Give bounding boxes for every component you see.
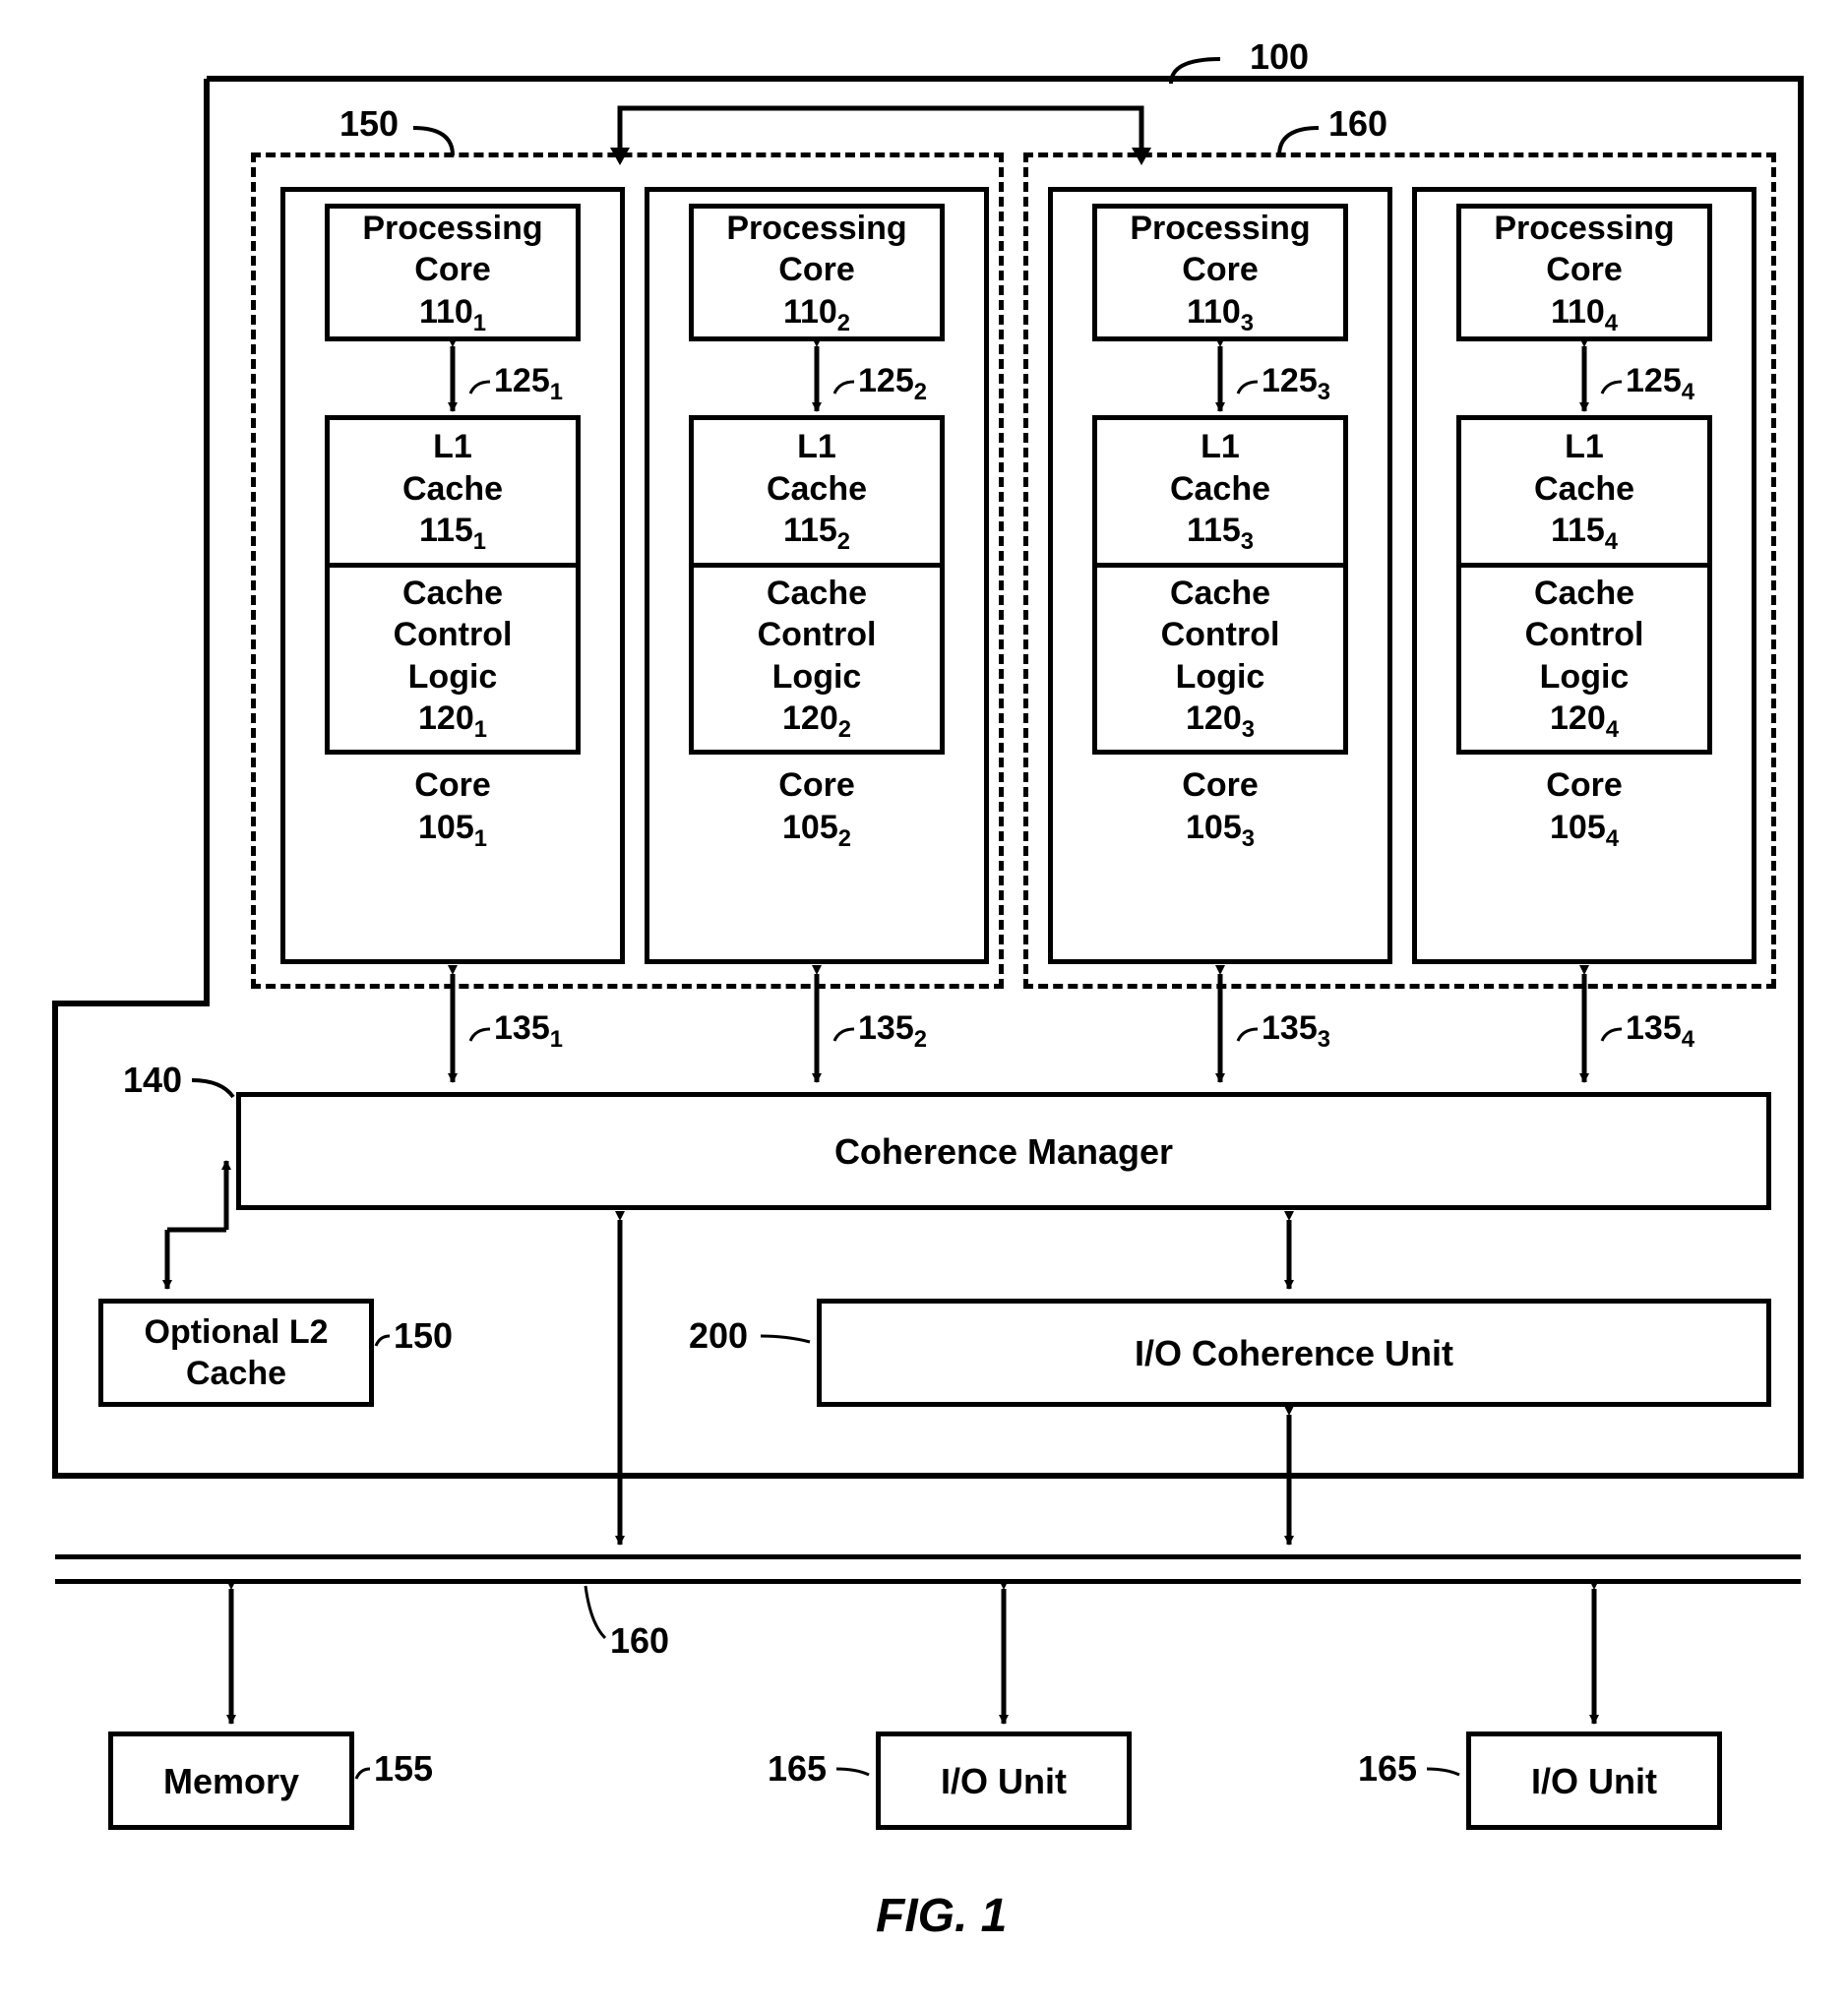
l1-1-t2: Cache <box>402 468 503 511</box>
l1-3: L1 Cache 1153 <box>1092 415 1348 563</box>
ccl-3: Cache Control Logic 1203 <box>1092 563 1348 755</box>
core-outer-3: Processing Core 1103 L1 Cache 1153 Cache… <box>1048 187 1392 964</box>
l1-1-num: 1151 <box>419 510 486 557</box>
core-outer-1: Processing Core 1101 L1 Cache 1151 Cache… <box>280 187 625 964</box>
ccl-1-num: 1201 <box>418 698 487 745</box>
ref-135-4: 1354 <box>1626 1011 1694 1052</box>
ccl-1-t2: Control <box>394 614 513 656</box>
ccl-1-t1: Cache <box>402 573 503 615</box>
diagram-canvas: 100 150 160 Processing Core 1101 L1 Cach… <box>39 39 1811 1966</box>
pcore-1-num: 1101 <box>419 291 486 338</box>
core-4-label: Core 1054 <box>1546 764 1622 853</box>
ref-bus-160: 160 <box>610 1623 669 1659</box>
core-outer-2: Processing Core 1102 L1 Cache 1152 Cache… <box>645 187 989 964</box>
mem-label: Memory <box>163 1759 299 1803</box>
ref-125-3: 1253 <box>1262 364 1330 404</box>
core-1-t1: Core <box>414 764 490 807</box>
bus-line-2 <box>55 1579 1801 1584</box>
ref-cluster-160: 160 <box>1328 106 1387 142</box>
ref-165-a: 165 <box>768 1751 827 1787</box>
ref-100: 100 <box>1250 39 1309 75</box>
pcore-1-t1: Processing <box>362 208 542 250</box>
core-2-label: Core 1052 <box>778 764 854 853</box>
l1-4: L1 Cache 1154 <box>1456 415 1712 563</box>
memory: Memory <box>108 1732 354 1830</box>
l2-t1: Optional L2 <box>145 1311 329 1354</box>
core-outer-4: Processing Core 1104 L1 Cache 1154 Cache… <box>1412 187 1756 964</box>
coherence-manager: Coherence Manager <box>236 1092 1771 1210</box>
ref-135-3: 1353 <box>1262 1011 1330 1052</box>
io-coherence-unit: I/O Coherence Unit <box>817 1299 1771 1407</box>
ref-135-1: 1351 <box>494 1011 563 1052</box>
l1-2: L1 Cache 1152 <box>689 415 945 563</box>
ref-cluster-150: 150 <box>339 106 399 142</box>
pcore-4: Processing Core 1104 <box>1456 204 1712 341</box>
iocu-label: I/O Coherence Unit <box>1135 1331 1453 1375</box>
ref-135-2: 1352 <box>858 1011 927 1052</box>
ref-165-b: 165 <box>1358 1751 1417 1787</box>
ref-125-2: 1252 <box>858 364 927 404</box>
io-unit-1: I/O Unit <box>876 1732 1132 1830</box>
pcore-2: Processing Core 1102 <box>689 204 945 341</box>
io2-label: I/O Unit <box>1531 1759 1657 1803</box>
ccl-1: Cache Control Logic 1201 <box>325 563 581 755</box>
pcore-3: Processing Core 1103 <box>1092 204 1348 341</box>
l1-1: L1 Cache 1151 <box>325 415 581 563</box>
l2-t2: Cache <box>186 1353 286 1395</box>
ref-200: 200 <box>689 1318 748 1354</box>
l1-1-t1: L1 <box>433 426 472 468</box>
ccl-1-t3: Logic <box>408 656 498 699</box>
core-3-label: Core 1053 <box>1182 764 1258 853</box>
core-1-label: Core 1051 <box>414 764 490 853</box>
core-1-num: 1051 <box>418 807 487 854</box>
figure-caption: FIG. 1 <box>876 1889 1007 1943</box>
ccl-4: Cache Control Logic 1204 <box>1456 563 1712 755</box>
ccl-2: Cache Control Logic 1202 <box>689 563 945 755</box>
cm-label: Coherence Manager <box>834 1129 1173 1174</box>
ref-125-1: 1251 <box>494 364 563 404</box>
io-unit-2: I/O Unit <box>1466 1732 1722 1830</box>
pcore-1-t2: Core <box>414 249 490 291</box>
ref-125-4: 1254 <box>1626 364 1694 404</box>
ref-l2-150: 150 <box>394 1318 453 1354</box>
io1-label: I/O Unit <box>941 1759 1067 1803</box>
bus-line-1 <box>55 1554 1801 1559</box>
ref-140: 140 <box>123 1063 182 1098</box>
ref-155: 155 <box>374 1751 433 1787</box>
l2-cache: Optional L2 Cache <box>98 1299 374 1407</box>
pcore-1: Processing Core 1101 <box>325 204 581 341</box>
